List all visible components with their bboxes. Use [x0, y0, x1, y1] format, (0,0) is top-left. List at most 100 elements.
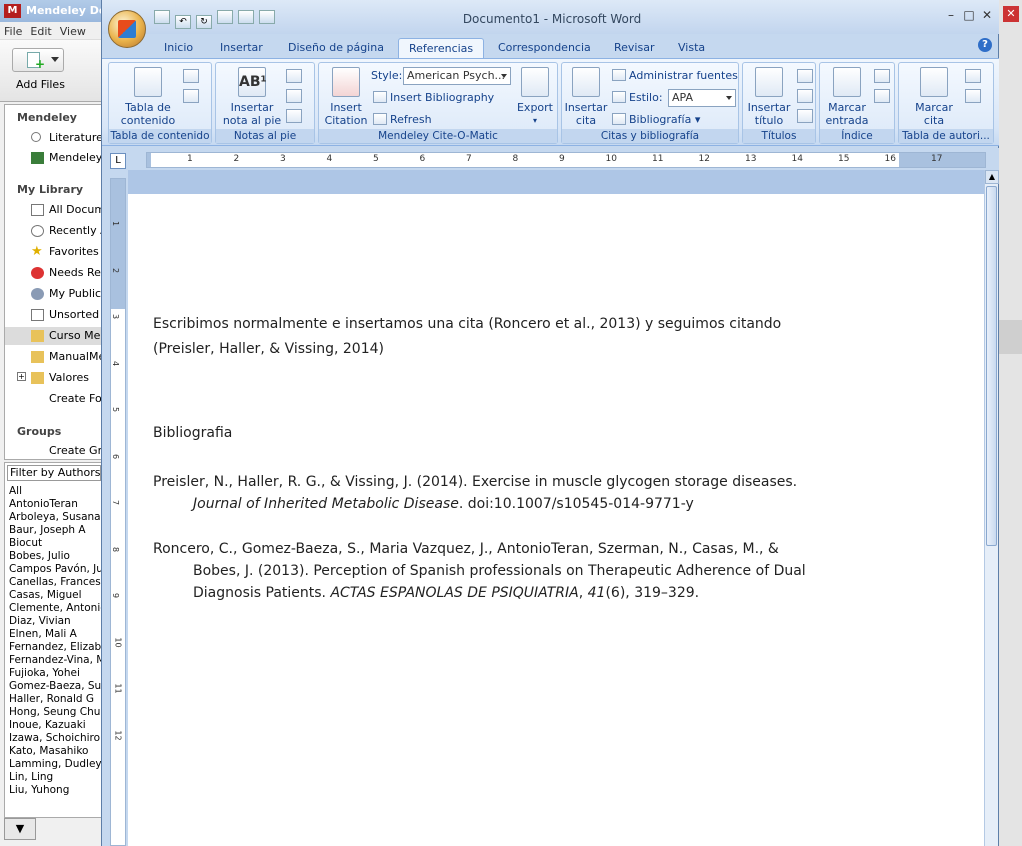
sidebar-item-mendeley-suggest[interactable]: Mendeley S: [31, 149, 105, 167]
author-list-item[interactable]: Kato, Masahiko: [9, 745, 101, 758]
filter-icon[interactable]: ▼: [4, 818, 36, 840]
author-list-item[interactable]: Elnen, Mali A: [9, 628, 101, 641]
export-button[interactable]: Export ▾: [515, 67, 555, 127]
save-icon[interactable]: [154, 10, 170, 24]
author-list-item[interactable]: Lin, Ling: [9, 771, 101, 784]
sidebar-item-all-documents[interactable]: All Docume: [31, 201, 105, 219]
author-list-item[interactable]: Biocut: [9, 537, 101, 550]
add-text-icon[interactable]: [183, 69, 199, 83]
help-icon[interactable]: ?: [978, 38, 992, 52]
mark-citation-button[interactable]: Marcar cita: [907, 67, 961, 127]
cross-reference-icon[interactable]: [797, 109, 813, 123]
tab-vista[interactable]: Vista: [678, 38, 705, 58]
vertical-ruler[interactable]: 1 2 3 4 5 6 7 8 9 10 11 12: [110, 178, 126, 846]
author-list-item[interactable]: Clemente, Antonio: [9, 602, 101, 615]
insertar-cita-button[interactable]: Insertar cita: [564, 67, 608, 127]
author-list-item[interactable]: Baur, Joseph A: [9, 524, 101, 537]
update-index-icon[interactable]: [874, 89, 890, 103]
author-list-item[interactable]: Gomez-Baeza, Susa: [9, 680, 101, 693]
tab-correspondencia[interactable]: Correspondencia: [498, 38, 591, 58]
author-list-item[interactable]: Liu, Yuhong: [9, 784, 101, 797]
sidebar-item-my-publications[interactable]: My Publicat: [31, 285, 105, 303]
create-group-link[interactable]: Create Gro: [49, 442, 105, 460]
author-list-item[interactable]: Fujioka, Yohei: [9, 667, 101, 680]
author-list-item[interactable]: Hong, Seung Chul: [9, 706, 101, 719]
menu-view[interactable]: View: [56, 22, 90, 41]
chevron-down-icon[interactable]: [51, 57, 59, 62]
author-list-item[interactable]: Izawa, Schoichiro: [9, 732, 101, 745]
author-list-item[interactable]: Canellas, Francesca: [9, 576, 101, 589]
minimize-icon[interactable]: –: [942, 8, 960, 22]
maximize-icon[interactable]: □: [960, 8, 978, 22]
author-list-item[interactable]: All: [9, 485, 101, 498]
office-button[interactable]: [108, 10, 146, 48]
apa-style-select[interactable]: APA: [668, 89, 736, 107]
filter-by-select[interactable]: Filter by Authors: [7, 465, 101, 481]
add-files-button[interactable]: +: [12, 48, 64, 72]
author-list-item[interactable]: Fernandez, Elizabe: [9, 641, 101, 654]
vertical-scrollbar[interactable]: ▲: [984, 170, 999, 846]
tab-referencias[interactable]: Referencias: [398, 38, 485, 58]
sidebar-item-curso-mendeley[interactable]: Curso Men: [5, 327, 101, 345]
author-list-item[interactable]: Casas, Miguel: [9, 589, 101, 602]
author-list-item[interactable]: Bobes, Julio: [9, 550, 101, 563]
insert-authorities-icon[interactable]: [965, 69, 981, 83]
author-list-item[interactable]: Lamming, Dudley W: [9, 758, 101, 771]
insert-index-icon[interactable]: [874, 69, 890, 83]
close-icon[interactable]: ✕: [978, 8, 996, 22]
table-of-contents-button[interactable]: Tabla de contenido: [113, 67, 183, 127]
author-list-item[interactable]: Campos Pavón, Jul: [9, 563, 101, 576]
ruler-number: 7: [111, 499, 121, 506]
undo-icon[interactable]: ↶: [175, 15, 191, 29]
tab-insertar[interactable]: Insertar: [220, 38, 263, 58]
redo-icon[interactable]: ↻: [196, 15, 212, 29]
horizontal-ruler[interactable]: 1 2 3 4 5 6 7 8 9 10 11 12 13 14 15 16 17: [146, 152, 986, 168]
sidebar-item-valores[interactable]: + Valores: [17, 369, 105, 387]
insert-table-figures-icon[interactable]: [797, 69, 813, 83]
create-folder-link[interactable]: Create Fold: [49, 390, 105, 408]
insert-caption-button[interactable]: Insertar título: [745, 67, 793, 127]
update-table-icon[interactable]: [797, 89, 813, 103]
expand-icon[interactable]: +: [17, 372, 26, 381]
insert-bibliography-button[interactable]: Insert Bibliography: [373, 91, 494, 105]
insert-footnote-button[interactable]: AB¹ Insertar nota al pie: [220, 67, 284, 127]
sidebar-item-recently-added[interactable]: Recently A: [31, 222, 105, 240]
tab-selector-icon[interactable]: L: [110, 153, 126, 169]
sidebar-item-unsorted[interactable]: Unsorted: [31, 306, 105, 324]
next-footnote-icon[interactable]: [286, 89, 302, 103]
manage-sources-button[interactable]: Administrar fuentes: [612, 69, 738, 83]
scroll-up-icon[interactable]: ▲: [985, 170, 999, 184]
citation-style-select[interactable]: American Psych...: [403, 67, 511, 85]
sidebar-item-manual-mendeley[interactable]: ManualMen: [31, 348, 105, 366]
insert-endnote-icon[interactable]: [286, 69, 302, 83]
group-label: Tabla de autori...: [899, 129, 993, 143]
update-authorities-icon[interactable]: [965, 89, 981, 103]
mark-entry-button[interactable]: Marcar entrada: [822, 67, 872, 127]
sidebar-item-literature-search[interactable]: Literature S: [31, 129, 105, 147]
close-icon[interactable]: ✕: [1003, 6, 1019, 22]
author-list-item[interactable]: Diaz, Vivian: [9, 615, 101, 628]
scrollbar-thumb[interactable]: [986, 186, 997, 546]
tab-revisar[interactable]: Revisar: [614, 38, 654, 58]
show-notes-icon[interactable]: [286, 109, 302, 123]
author-list-item[interactable]: Arboleya, Susana M: [9, 511, 101, 524]
insert-citation-mendeley-button[interactable]: Insert Citation: [321, 67, 371, 127]
document-page[interactable]: Escribimos normalmente e insertamos una …: [128, 194, 985, 846]
author-list-item[interactable]: Haller, Ronald G: [9, 693, 101, 706]
refresh-button[interactable]: Refresh: [373, 113, 432, 127]
tab-diseno-de-pagina[interactable]: Diseño de página: [288, 38, 384, 58]
sidebar-item-needs-review[interactable]: Needs Revi: [31, 264, 105, 282]
author-list-item[interactable]: AntonioTeran: [9, 498, 101, 511]
menu-file[interactable]: File: [0, 22, 26, 41]
sidebar-item-favorites[interactable]: ★ Favorites: [31, 243, 105, 261]
update-table-icon[interactable]: [183, 89, 199, 103]
menu-edit[interactable]: Edit: [26, 22, 55, 41]
author-list-item[interactable]: Inoue, Kazuaki: [9, 719, 101, 732]
author-list-item[interactable]: Fernandez-Vina, M: [9, 654, 101, 667]
tab-inicio[interactable]: Inicio: [164, 38, 193, 58]
ruler-number: 6: [111, 453, 121, 459]
print-preview-icon[interactable]: [238, 10, 254, 24]
new-document-icon[interactable]: [259, 10, 275, 24]
bibliography-button[interactable]: Bibliografía ▾: [612, 113, 700, 127]
spellcheck-icon[interactable]: [217, 10, 233, 24]
